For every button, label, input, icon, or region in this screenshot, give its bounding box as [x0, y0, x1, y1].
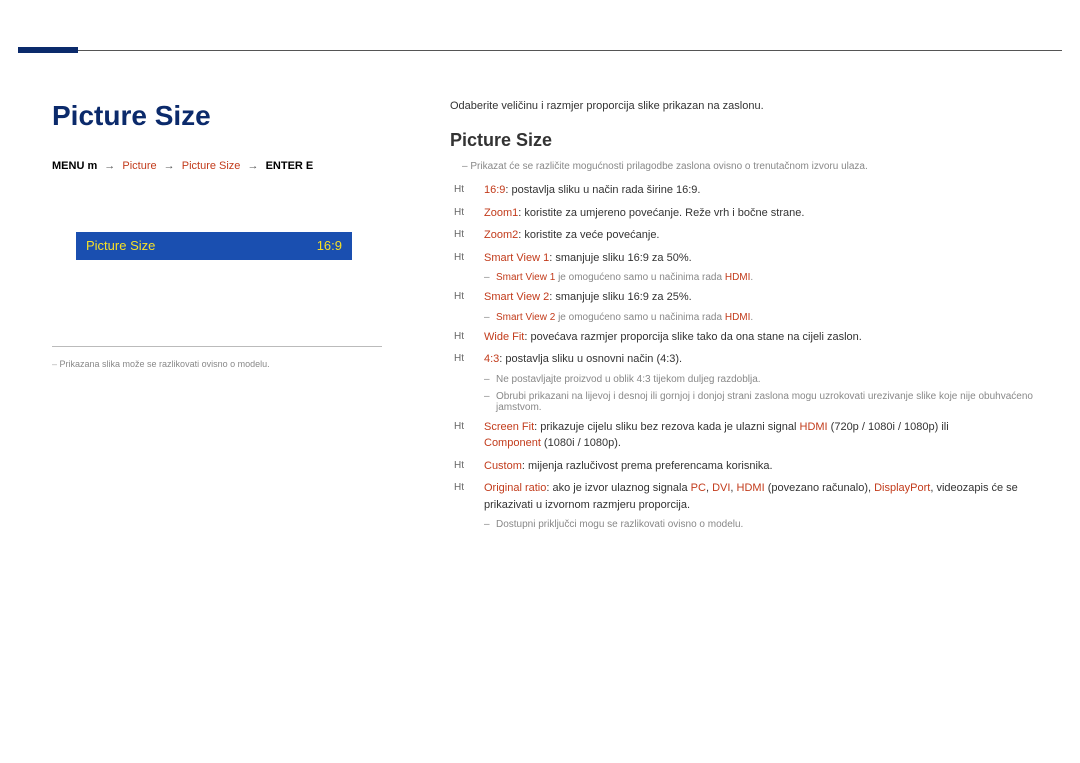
- list-item: Ht Zoom2: koristite za veće povećanje.: [454, 227, 1050, 244]
- sub-note: Ne postavljajte proizvod u oblik 4:3 tij…: [496, 374, 1050, 385]
- token-hdmi: HDMI: [737, 482, 765, 494]
- sub-name: Smart View 2: [496, 312, 555, 323]
- intro-text: Odaberite veličinu i razmjer proporcija …: [450, 100, 1050, 112]
- token-pc: PC: [691, 482, 706, 494]
- option-desc: : smanjuje sliku 16:9 za 25%.: [549, 291, 691, 303]
- arrow-icon: →: [244, 160, 263, 172]
- enter-icon: E: [306, 160, 313, 172]
- bullet-icon: Ht: [454, 480, 480, 495]
- list-item: Ht Zoom1: koristite za umjereno povećanje…: [454, 205, 1050, 222]
- option-name: Custom: [484, 460, 522, 472]
- sub-note: Obrubi prikazani na lijevoj i desnoj ili…: [496, 391, 1050, 413]
- bullet-icon: Ht: [454, 182, 480, 197]
- list-item: Ht 16:9: postavlja sliku u način rada šir…: [454, 182, 1050, 199]
- option-desc: : povećava razmjer proporcija slike tako…: [524, 331, 862, 343]
- option-desc: : koristite za umjereno povećanje. Reže …: [518, 207, 804, 219]
- bullet-icon: Ht: [454, 458, 480, 473]
- option-desc: : postavlja sliku u način rada širine 16…: [505, 184, 700, 196]
- menu-row-value: 16:9: [317, 232, 342, 260]
- bullet-icon: Ht: [454, 329, 480, 344]
- bullet-icon: Ht: [454, 250, 480, 265]
- sub-name: Smart View 1: [496, 272, 555, 283]
- page-title: Picture Size: [52, 100, 382, 132]
- token-dvi: DVI: [712, 482, 730, 494]
- sub-tail: HDMI: [725, 312, 751, 323]
- option-name: Smart View 1: [484, 252, 549, 264]
- token-displayport: DisplayPort: [874, 482, 930, 494]
- crumb-picture-size: Picture Size: [182, 160, 241, 172]
- left-note: Prikazana slika može se razlikovati ovis…: [52, 359, 382, 369]
- list-item: Ht Screen Fit: prikazuje cijelu sliku bez…: [454, 419, 1050, 452]
- breadcrumb: MENU m → Picture → Picture Size → ENTER …: [52, 160, 382, 172]
- option-name: 16:9: [484, 184, 505, 196]
- option-name: Smart View 2: [484, 291, 549, 303]
- list-item: Ht 4:3: postavlja sliku u osnovni način (…: [454, 351, 1050, 368]
- option-name: Zoom2: [484, 229, 518, 241]
- list-item: Ht Wide Fit: povećava razmjer proporcija …: [454, 329, 1050, 346]
- arrow-icon: →: [100, 160, 119, 172]
- option-name: Original ratio: [484, 482, 546, 494]
- list-item: Ht Custom: mijenja razlučivost prema pref…: [454, 458, 1050, 475]
- sub-tail: HDMI: [725, 272, 751, 283]
- bullet-icon: Ht: [454, 227, 480, 242]
- menu-icon: m: [87, 160, 97, 172]
- enter-label: ENTER: [266, 160, 303, 172]
- option-name: Wide Fit: [484, 331, 524, 343]
- arrow-icon: →: [160, 160, 179, 172]
- list-item: Ht Smart View 2: smanjuje sliku 16:9 za 2…: [454, 289, 1050, 306]
- token-hdmi: HDMI: [800, 421, 828, 433]
- option-name: 4:3: [484, 353, 499, 365]
- option-desc: : koristite za veće povećanje.: [518, 229, 659, 241]
- section-title: Picture Size: [450, 130, 1050, 151]
- sub-note: Smart View 1 je omogućeno samo u načinim…: [496, 272, 1050, 283]
- token-component: Component: [484, 437, 541, 449]
- option-desc: : smanjuje sliku 16:9 za 50%.: [549, 252, 691, 264]
- bullet-icon: Ht: [454, 289, 480, 304]
- option-name: Screen Fit: [484, 421, 534, 433]
- list-item: Ht Smart View 1: smanjuje sliku 16:9 za 5…: [454, 250, 1050, 267]
- option-desc: : prikazuje cijelu sliku bez rezova kada…: [534, 421, 799, 433]
- option-desc: : ako je izvor ulaznog signala: [546, 482, 690, 494]
- menu-label: MENU: [52, 160, 84, 172]
- menu-row-label: Picture Size: [86, 232, 155, 260]
- option-name: Zoom1: [484, 207, 518, 219]
- bullet-icon: Ht: [454, 205, 480, 220]
- list-item: Ht Original ratio: ako je izvor ulaznog s…: [454, 480, 1050, 513]
- top-note: Prikazat će se različite mogućnosti pril…: [462, 161, 1050, 172]
- option-desc: : postavlja sliku u osnovni način (4:3).: [499, 353, 682, 365]
- sub-note: Dostupni priključci mogu se razlikovati …: [496, 519, 1050, 530]
- menu-row-picture-size[interactable]: Picture Size 16:9: [76, 232, 352, 260]
- sub-note: Smart View 2 je omogućeno samo u načinim…: [496, 312, 1050, 323]
- bullet-icon: Ht: [454, 351, 480, 366]
- option-desc: : mijenja razlučivost prema preferencama…: [522, 460, 773, 472]
- crumb-picture: Picture: [122, 160, 156, 172]
- bullet-icon: Ht: [454, 419, 480, 434]
